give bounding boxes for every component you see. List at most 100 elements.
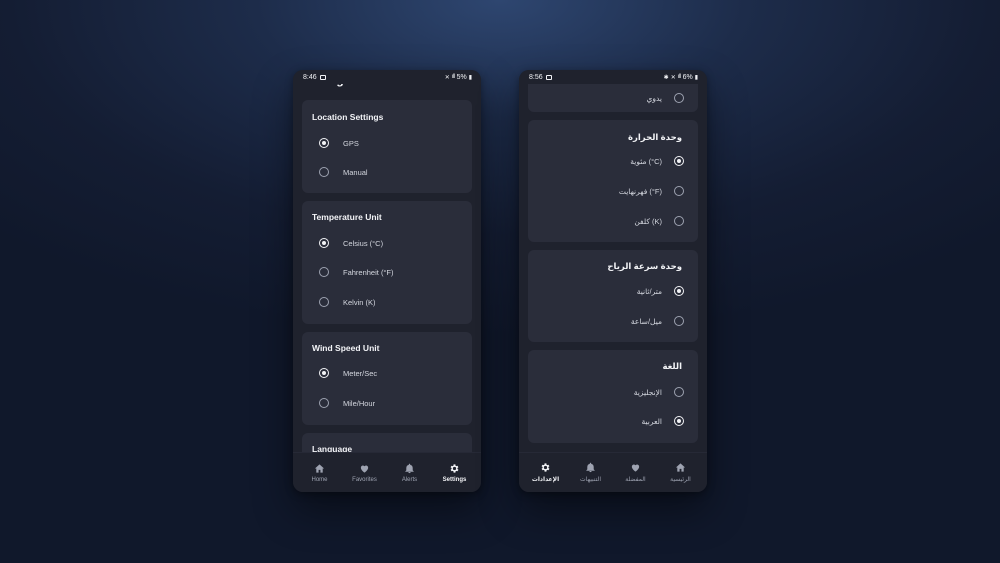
option-label: كلفن (K) xyxy=(634,216,662,226)
image-icon xyxy=(545,74,552,80)
nav-label: Alerts xyxy=(401,476,418,483)
radio-icon[interactable] xyxy=(319,267,329,277)
radio-icon[interactable] xyxy=(319,167,329,177)
bell-icon xyxy=(586,462,595,473)
section-title: Language xyxy=(312,444,353,452)
bell-icon xyxy=(405,463,414,473)
phone-arabic: 8:56 ✱ ✕ ıll 6% ▮ يدوي وحدة الحرارة مئوي… xyxy=(519,70,707,492)
heart-icon xyxy=(631,464,640,472)
radio-selected-icon[interactable] xyxy=(319,138,329,148)
section-title: وحدة سرعة الرياح xyxy=(607,261,682,271)
nav-alerts[interactable]: Alerts xyxy=(388,463,432,483)
option-celsius[interactable]: Celsius (°C) xyxy=(302,236,472,250)
option-meter-sec[interactable]: متر/ثانية xyxy=(528,284,698,298)
nav-alerts[interactable]: التنبيهات xyxy=(569,462,613,483)
location-settings-card: يدوي xyxy=(528,84,698,112)
option-fahrenheit[interactable]: فهرنهايت (°F) xyxy=(528,184,698,198)
nav-settings[interactable]: الإعدادات xyxy=(524,462,568,483)
option-kelvin[interactable]: كلفن (K) xyxy=(528,214,698,228)
option-label: متر/ثانية xyxy=(636,286,662,296)
option-meter-sec[interactable]: Meter/Sec xyxy=(302,366,472,380)
nav-home[interactable]: الرئيسية xyxy=(659,462,703,483)
radio-selected-icon[interactable] xyxy=(674,156,684,166)
status-bar: 8:56 ✱ ✕ ıll 6% ▮ xyxy=(519,70,707,84)
settings-list[interactable]: Location Settings GPS Manual Temperature… xyxy=(293,84,481,452)
option-label: العربية xyxy=(641,416,663,426)
option-mile-hour[interactable]: Mile/Hour xyxy=(302,396,472,410)
nav-home[interactable]: Home xyxy=(298,463,342,483)
status-time: 8:56 xyxy=(529,73,543,81)
bottom-nav: الإعدادات التنبيهات المفضلة الرئيسية xyxy=(519,452,707,492)
option-label: Mile/Hour xyxy=(343,398,376,408)
nav-favorites[interactable]: المفضلة xyxy=(614,462,658,483)
location-settings-card: Location Settings GPS Manual xyxy=(302,100,472,193)
option-label: Fahrenheit (°F) xyxy=(343,267,394,277)
radio-selected-icon[interactable] xyxy=(319,238,329,248)
option-manual[interactable]: Manual xyxy=(302,165,472,179)
battery-level: 5% xyxy=(456,73,467,81)
radio-icon[interactable] xyxy=(319,398,329,408)
option-label: Kelvin (K) xyxy=(343,297,376,307)
bottom-nav: Home Favorites Alerts Settings xyxy=(293,452,481,492)
nav-settings[interactable]: Settings xyxy=(433,463,477,483)
radio-icon[interactable] xyxy=(674,93,684,103)
radio-selected-icon[interactable] xyxy=(674,286,684,296)
radio-icon[interactable] xyxy=(674,387,684,397)
mute-icon: ✕ xyxy=(670,74,676,81)
section-title: Temperature Unit xyxy=(312,212,382,222)
option-kelvin[interactable]: Kelvin (K) xyxy=(302,295,472,309)
battery-icon: ▮ xyxy=(694,74,698,81)
section-title: Wind Speed Unit xyxy=(312,343,380,353)
nav-label: الإعدادات xyxy=(531,477,560,483)
language-card: اللغة الإنجليزية العربية xyxy=(528,350,698,443)
option-label: Celsius (°C) xyxy=(343,238,384,248)
radio-selected-icon[interactable] xyxy=(319,368,329,378)
section-title: وحدة الحرارة xyxy=(627,132,682,142)
option-english[interactable]: الإنجليزية xyxy=(528,385,698,399)
gear-icon xyxy=(450,463,459,473)
heart-icon xyxy=(360,465,369,473)
option-celsius[interactable]: مئوية (°C) xyxy=(528,154,698,168)
signal-icon: ıll xyxy=(451,74,455,80)
option-manual[interactable]: يدوي xyxy=(528,91,698,105)
radio-icon[interactable] xyxy=(674,216,684,226)
option-fahrenheit[interactable]: Fahrenheit (°F) xyxy=(302,265,472,279)
radio-icon[interactable] xyxy=(674,316,684,326)
image-icon xyxy=(319,74,326,80)
gear-icon xyxy=(541,463,550,472)
radio-icon[interactable] xyxy=(674,186,684,196)
language-card: Language xyxy=(302,433,472,452)
home-icon xyxy=(314,463,325,473)
signal-icon: ıll xyxy=(677,74,681,80)
wind-speed-unit-card: Wind Speed Unit Meter/Sec Mile/Hour xyxy=(302,332,472,425)
temperature-unit-card: Temperature Unit Celsius (°C) Fahrenheit… xyxy=(302,201,472,324)
option-label: يدوي xyxy=(646,93,662,103)
option-gps[interactable]: GPS xyxy=(302,136,472,150)
settings-list[interactable]: يدوي وحدة الحرارة مئوية (°C) فهرنهايت (°… xyxy=(519,84,707,452)
status-time: 8:46 xyxy=(303,73,317,81)
option-arabic[interactable]: العربية xyxy=(528,414,698,428)
home-icon xyxy=(675,463,686,472)
temperature-unit-card: وحدة الحرارة مئوية (°C) فهرنهايت (°F) كل… xyxy=(528,120,698,242)
nav-label: التنبيهات xyxy=(580,477,601,483)
option-mile-hour[interactable]: ميل/ساعة xyxy=(528,314,698,328)
nav-label: المفضلة xyxy=(625,477,646,483)
nav-favorites[interactable]: Favorites xyxy=(343,463,387,483)
nav-label: الرئيسية xyxy=(670,477,691,483)
option-label: GPS xyxy=(343,138,359,148)
option-label: Meter/Sec xyxy=(343,368,378,378)
option-label: الإنجليزية xyxy=(633,387,662,397)
option-label: فهرنهايت (°F) xyxy=(618,186,662,196)
radio-icon[interactable] xyxy=(319,297,329,307)
nav-label: Favorites xyxy=(352,476,377,483)
option-label: مئوية (°C) xyxy=(630,156,662,166)
phone-english: 8:46 ✕ ıll 5% ▮ Settings Location Settin… xyxy=(293,70,481,492)
nav-label: Home xyxy=(311,476,328,483)
status-bar: 8:46 ✕ ıll 5% ▮ xyxy=(293,70,481,84)
section-title: اللغة xyxy=(662,361,682,371)
radio-selected-icon[interactable] xyxy=(674,416,684,426)
section-title: Location Settings xyxy=(312,112,384,122)
option-label: Manual xyxy=(343,167,368,177)
nav-label: Settings xyxy=(442,476,467,483)
bluetooth-icon: ✱ xyxy=(663,74,669,81)
